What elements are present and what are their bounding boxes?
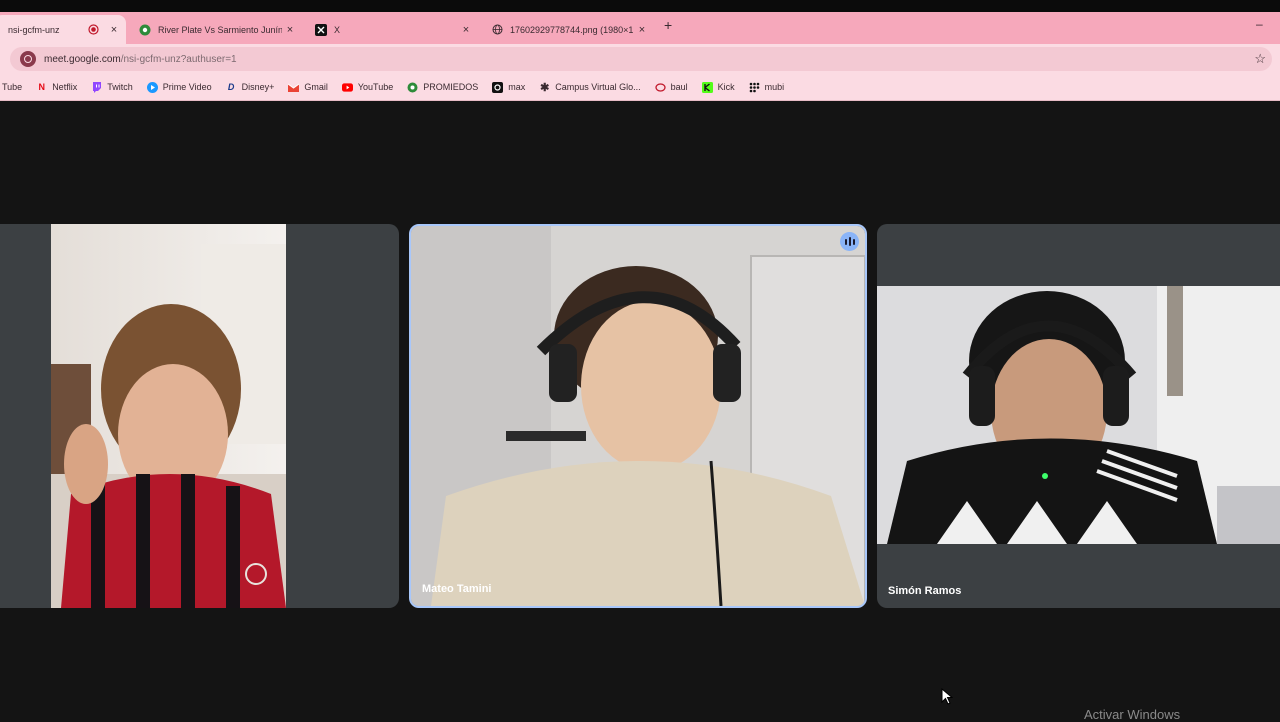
globe-icon bbox=[490, 23, 504, 37]
mouse-cursor-icon bbox=[941, 687, 954, 710]
bookmark-campus[interactable]: ✱ Campus Virtual Glo... bbox=[539, 81, 641, 94]
bookmark-netflix[interactable]: N Netflix bbox=[36, 82, 77, 93]
prime-video-icon bbox=[146, 81, 158, 93]
tab-strip: nsi-gcfm-unz × River Plate Vs Sarmiento … bbox=[0, 12, 1280, 44]
bookmark-star-icon[interactable]: ☆ bbox=[1254, 51, 1266, 67]
speaking-indicator-icon bbox=[840, 232, 859, 251]
url-path: /nsi-gcfm-unz?authuser=1 bbox=[120, 53, 237, 65]
bookmark-label: Gmail bbox=[304, 82, 328, 92]
close-tab-icon[interactable]: × bbox=[458, 24, 474, 36]
participant-tile-1[interactable] bbox=[0, 224, 399, 608]
participant-name: Simón Ramos bbox=[888, 585, 962, 597]
bookmark-baul[interactable]: baul bbox=[654, 82, 688, 93]
kick-icon bbox=[701, 81, 713, 93]
bookmark-label: Campus Virtual Glo... bbox=[555, 82, 641, 92]
bookmark-label: PROMIEDOS bbox=[423, 82, 479, 92]
baul-icon bbox=[654, 82, 666, 93]
window-top-strip bbox=[0, 0, 1280, 12]
tab-title: nsi-gcfm-unz bbox=[8, 24, 60, 35]
participant-tile-2[interactable]: Mateo Tamini bbox=[409, 224, 867, 608]
recording-icon bbox=[86, 23, 100, 37]
disney-icon: D bbox=[227, 82, 235, 92]
bookmark-label: baul bbox=[670, 82, 688, 92]
bookmark-gmail[interactable]: Gmail bbox=[288, 82, 328, 93]
bookmark-kick[interactable]: Kick bbox=[701, 81, 735, 93]
address-bar[interactable]: meet.google.com/nsi-gcfm-unz?authuser=1 … bbox=[10, 47, 1272, 71]
bookmark-twitch[interactable]: Twitch bbox=[91, 81, 133, 93]
bookmark-label: mubi bbox=[764, 82, 785, 92]
participant-name: Mateo Tamini bbox=[422, 583, 492, 595]
bookmark-prime-video[interactable]: Prime Video bbox=[146, 81, 212, 93]
bookmark-promiedos[interactable]: PROMIEDOS bbox=[407, 82, 478, 93]
close-tab-icon[interactable]: × bbox=[282, 24, 298, 36]
url-text: meet.google.com/nsi-gcfm-unz?authuser=1 bbox=[44, 54, 237, 65]
url-host: meet.google.com bbox=[44, 53, 121, 65]
participant-video-2 bbox=[411, 226, 865, 606]
bookmark-disney[interactable]: D Disney+ bbox=[226, 82, 275, 93]
bookmark-label: Twitch bbox=[107, 82, 133, 92]
gmail-icon bbox=[288, 82, 300, 93]
participant-tile-3[interactable]: Simón Ramos bbox=[877, 224, 1280, 608]
bookmark-label: YouTube bbox=[357, 82, 394, 92]
soccer-ball-icon bbox=[138, 23, 152, 37]
bookmark-max[interactable]: max bbox=[492, 81, 526, 93]
participant-video-3 bbox=[877, 286, 1280, 544]
bookmark-mubi[interactable]: mubi bbox=[749, 82, 785, 93]
minimize-button[interactable]: – bbox=[1256, 17, 1263, 31]
netflix-icon: N bbox=[38, 82, 45, 92]
close-tab-icon[interactable]: × bbox=[634, 24, 650, 36]
bookmark-label: Tube bbox=[2, 82, 23, 92]
x-logo-icon bbox=[314, 23, 328, 37]
bookmark-label: Prime Video bbox=[162, 82, 212, 92]
participant-video-1 bbox=[51, 224, 286, 608]
bookmark-label: Netflix bbox=[52, 82, 78, 92]
bookmark-label: Disney+ bbox=[241, 82, 275, 92]
tab-title: River Plate Vs Sarmiento Junín bbox=[158, 24, 282, 35]
tab-title: 17602929778744.png (1980×1 bbox=[510, 24, 634, 35]
campus-icon: ✱ bbox=[540, 81, 550, 94]
bookmark-label: Kick bbox=[717, 82, 735, 92]
site-info-icon[interactable] bbox=[20, 51, 36, 67]
tab-title: X bbox=[334, 24, 341, 35]
tab-meet[interactable]: nsi-gcfm-unz × bbox=[0, 15, 126, 44]
twitch-icon bbox=[91, 81, 102, 93]
soccer-ball-icon bbox=[407, 82, 418, 93]
bookmarks-bar: Tube N Netflix Twitch Prime Video D Disney… bbox=[0, 74, 1280, 101]
youtube-icon bbox=[341, 82, 353, 93]
new-tab-button[interactable]: + bbox=[664, 17, 672, 33]
meet-stage: Mateo Tamini Simón Ramos Activar Windows bbox=[0, 102, 1280, 722]
bookmark-youtube[interactable]: YouTube bbox=[341, 82, 394, 93]
max-icon bbox=[492, 81, 504, 93]
tab-image[interactable]: 17602929778744.png (1980×1 × bbox=[490, 15, 654, 44]
tab-river-plate[interactable]: River Plate Vs Sarmiento Junín × bbox=[138, 15, 302, 44]
address-toolbar: meet.google.com/nsi-gcfm-unz?authuser=1 … bbox=[0, 44, 1280, 74]
mubi-icon bbox=[749, 82, 760, 93]
bookmark-tube[interactable]: Tube bbox=[2, 82, 22, 92]
close-tab-icon[interactable]: × bbox=[106, 24, 122, 36]
tab-x[interactable]: X × bbox=[314, 15, 478, 44]
bookmark-label: max bbox=[508, 82, 526, 92]
